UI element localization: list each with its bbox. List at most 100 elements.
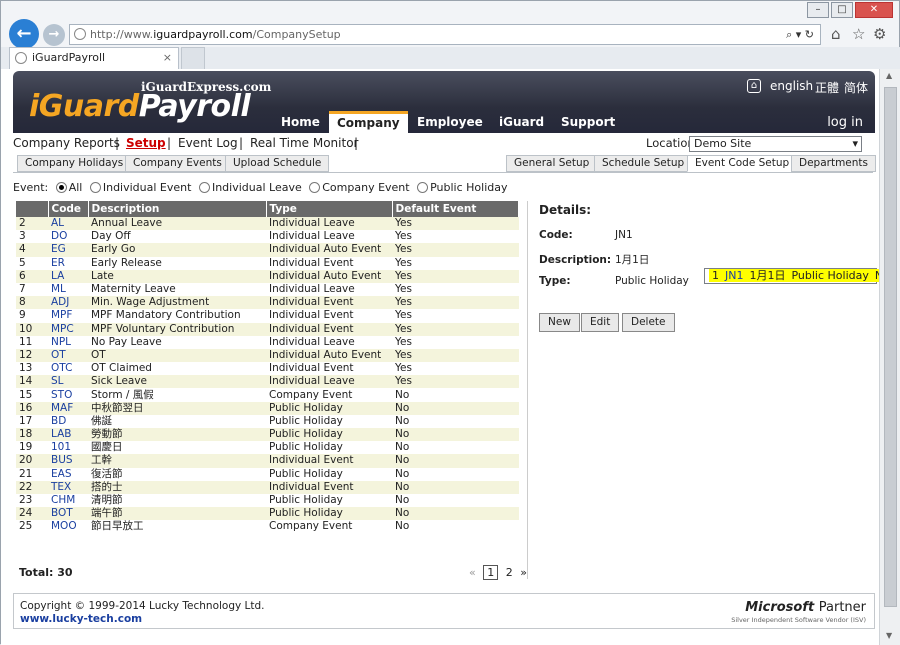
- cell-code[interactable]: OTC: [48, 362, 88, 376]
- new-tab-button[interactable]: [181, 47, 205, 69]
- table-row[interactable]: 23 CHM 清明節 Public Holiday No: [16, 493, 519, 508]
- menu-employee[interactable]: Employee: [417, 115, 483, 129]
- new-button[interactable]: New: [539, 313, 580, 332]
- table-row[interactable]: 14 SL Sick Leave Individual Leave Yes: [16, 375, 519, 389]
- cell-code[interactable]: EG: [48, 243, 88, 257]
- cell-code[interactable]: MPC: [48, 322, 88, 336]
- table-row[interactable]: 21 EAS 復活節 Public Holiday No: [16, 467, 519, 481]
- filter-radio-individual-event[interactable]: [89, 182, 101, 193]
- scroll-down-icon[interactable]: ▼: [886, 631, 892, 640]
- table-row[interactable]: 25 MOO 節日早放工 Company Event No: [16, 520, 519, 534]
- menu-home[interactable]: Home: [281, 115, 320, 129]
- tab-upload-schedule[interactable]: Upload Schedule: [225, 155, 330, 172]
- menu-support[interactable]: Support: [561, 115, 615, 129]
- cell-code[interactable]: BUS: [48, 454, 88, 468]
- cell-code[interactable]: TEX: [48, 480, 88, 494]
- col-header-code[interactable]: Code: [48, 201, 89, 217]
- cell-code[interactable]: MAF: [48, 401, 88, 415]
- col-header-type[interactable]: Type: [266, 201, 393, 217]
- menu-iguard[interactable]: iGuard: [499, 115, 544, 129]
- browser-tab-active[interactable]: iGuardPayroll ×: [9, 47, 179, 69]
- cell-code[interactable]: OT: [48, 348, 88, 363]
- cell-code[interactable]: ML: [48, 282, 88, 297]
- cell-code[interactable]: EAS: [48, 467, 88, 481]
- table-row[interactable]: 4 EG Early Go Individual Auto Event Yes: [16, 243, 519, 257]
- table-row[interactable]: 16 MAF 中秋節翌日 Public Holiday No: [16, 401, 519, 415]
- cell-code[interactable]: MOO: [48, 520, 88, 534]
- pager-prev[interactable]: «: [469, 566, 476, 579]
- menu-company[interactable]: Company: [329, 111, 408, 133]
- tab-event-code-setup[interactable]: Event Code Setup: [687, 155, 798, 172]
- maximize-button[interactable]: □: [831, 2, 853, 18]
- company-site-link[interactable]: www.lucky-tech.com: [20, 613, 142, 625]
- table-row[interactable]: 7 ML Maternity Leave Individual Leave Yes: [16, 282, 519, 297]
- home-icon[interactable]: ⌂: [831, 25, 841, 43]
- search-refresh-icons[interactable]: ⌕ ▾ ↻: [786, 25, 814, 44]
- table-row[interactable]: 6 LA Late Individual Auto Event Yes: [16, 269, 519, 283]
- tab-company-holidays[interactable]: Company Holidays: [17, 155, 132, 172]
- cell-code[interactable]: ADJ: [48, 296, 88, 310]
- cell-code[interactable]: LAB: [48, 428, 88, 442]
- subnav-company-reports[interactable]: Company Reports: [13, 136, 120, 150]
- lang-english[interactable]: english: [770, 79, 813, 93]
- pager-page-1[interactable]: 1: [483, 565, 499, 580]
- cell-code[interactable]: AL: [48, 217, 88, 231]
- cell-code[interactable]: SL: [48, 375, 88, 389]
- col-header-description[interactable]: Description: [88, 201, 267, 217]
- table-row[interactable]: 22 TEX 搭的士 Individual Event No: [16, 480, 519, 494]
- filter-radio-company-event[interactable]: [309, 182, 321, 193]
- forward-button[interactable]: →: [43, 24, 65, 46]
- table-row[interactable]: 12 OT OT Individual Auto Event Yes: [16, 348, 519, 363]
- table-row[interactable]: 15 STO Storm / 風假 Company Event No: [16, 388, 519, 402]
- cell-code[interactable]: CHM: [48, 493, 88, 508]
- filter-radio-individual-leave[interactable]: [198, 182, 210, 193]
- location-select[interactable]: Demo Site ▾: [689, 136, 862, 152]
- scroll-thumb[interactable]: [884, 87, 897, 607]
- table-row[interactable]: 18 LAB 勞動節 Public Holiday No: [16, 428, 519, 442]
- table-row[interactable]: 11 NPL No Pay Leave Individual Leave Yes: [16, 335, 519, 349]
- cell-code[interactable]: BD: [48, 414, 88, 428]
- table-row[interactable]: 19 101 國慶日 Public Holiday No: [16, 441, 519, 455]
- login-link[interactable]: log in: [827, 115, 863, 130]
- subnav-event-log[interactable]: Event Log: [178, 136, 238, 150]
- edit-button[interactable]: Edit: [581, 313, 620, 332]
- filter-radio-all[interactable]: [55, 182, 67, 193]
- delete-button[interactable]: Delete: [622, 313, 675, 332]
- cell-code[interactable]: DO: [48, 230, 88, 244]
- table-row[interactable]: 8 ADJ Min. Wage Adjustment Individual Event…: [16, 296, 519, 310]
- close-window-button[interactable]: ✕: [855, 2, 893, 18]
- vertical-scrollbar[interactable]: ▲ ▼: [879, 69, 900, 645]
- tab-schedule-setup[interactable]: Schedule Setup: [594, 155, 693, 172]
- lang-traditional[interactable]: 正體: [815, 79, 839, 96]
- subnav-setup[interactable]: Setup: [126, 136, 166, 150]
- pager-next[interactable]: »: [520, 566, 527, 579]
- tab-company-events[interactable]: Company Events: [125, 155, 230, 172]
- table-row[interactable]: 9 MPF MPF Mandatory Contribution Individual…: [16, 309, 519, 323]
- table-row[interactable]: 3 DO Day Off Individual Leave Yes: [16, 230, 519, 244]
- address-bar[interactable]: http://www.iguardpayroll.com/CompanySetu…: [69, 24, 821, 45]
- cell-code[interactable]: NPL: [48, 335, 88, 349]
- favorites-star-icon[interactable]: ☆: [852, 25, 865, 43]
- table-row[interactable]: 24 BOT 端午節 Public Holiday No: [16, 507, 519, 521]
- cell-code[interactable]: ER: [48, 256, 88, 270]
- cell-code[interactable]: BOT: [48, 507, 88, 521]
- table-row[interactable]: 17 BD 佛誕 Public Holiday No: [16, 414, 519, 428]
- tab-departments[interactable]: Departments: [791, 155, 877, 172]
- table-row[interactable]: 2 AL Annual Leave Individual Leave Yes: [16, 217, 519, 231]
- table-row[interactable]: 5 ER Early Release Individual Event Yes: [16, 256, 519, 270]
- cell-code[interactable]: 101: [48, 441, 88, 455]
- close-tab-icon[interactable]: ×: [163, 48, 172, 68]
- subnav-real-time-monitor[interactable]: Real Time Monitor: [250, 136, 358, 150]
- gear-icon[interactable]: ⚙: [873, 25, 886, 43]
- cell-code[interactable]: LA: [48, 269, 88, 283]
- pager-page-2[interactable]: 2: [506, 566, 513, 579]
- col-header-default-event[interactable]: Default Event: [392, 201, 519, 217]
- cell-code[interactable]: STO: [48, 388, 88, 402]
- filter-radio-public-holiday[interactable]: [417, 182, 429, 193]
- site-logo[interactable]: iGuardPayroll: [29, 89, 251, 124]
- table-row[interactable]: 13 OTC OT Claimed Individual Event Yes: [16, 362, 519, 376]
- table-row[interactable]: 20 BUS 工幹 Individual Event No: [16, 454, 519, 468]
- scroll-up-icon[interactable]: ▲: [886, 71, 892, 80]
- cell-code[interactable]: MPF: [48, 309, 88, 323]
- lang-simplified[interactable]: 简体: [844, 79, 868, 96]
